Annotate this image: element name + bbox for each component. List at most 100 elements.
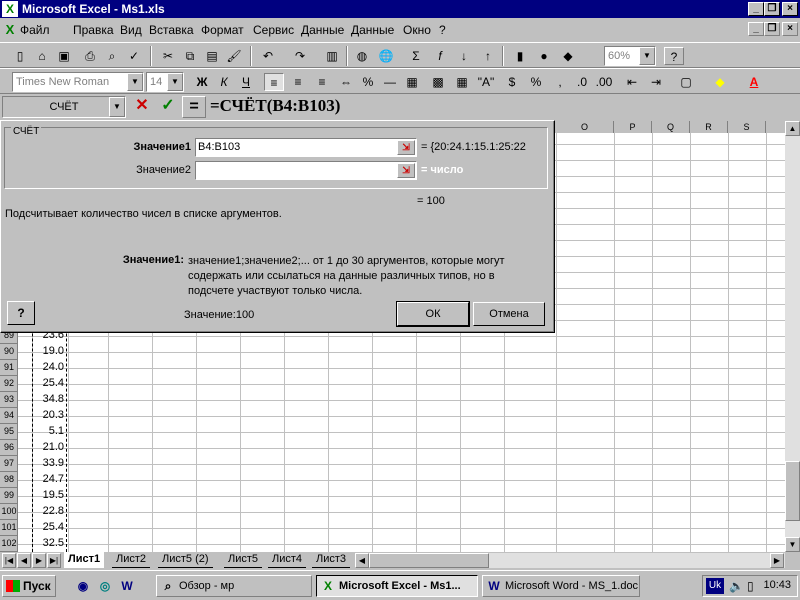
language-indicator[interactable]: Uk [706, 578, 724, 594]
sheet-tab[interactable]: Лист5 [224, 552, 263, 568]
row-header[interactable]: 99 [0, 488, 18, 504]
save-icon[interactable]: ▣ [54, 47, 74, 65]
chevron-down-icon[interactable]: ▼ [127, 73, 143, 91]
chevron-down-icon[interactable]: ▼ [109, 97, 125, 117]
cell-b[interactable]: 25.4 [32, 376, 66, 392]
row-header[interactable]: 97 [0, 456, 18, 472]
cell-b[interactable]: 32.5 [32, 536, 66, 552]
name-box[interactable]: СЧЁТ ▼ [2, 96, 126, 118]
underline-icon[interactable]: Ч [236, 73, 256, 91]
row-header[interactable]: 100 [0, 504, 18, 520]
ok-button[interactable]: ОК [396, 301, 470, 327]
paste-icon[interactable]: ▤ [202, 47, 222, 65]
next-sheet-icon[interactable]: ▶ [32, 553, 46, 568]
cell-b[interactable]: 19.0 [32, 344, 66, 360]
increase-indent-icon[interactable]: ⇥ [646, 73, 666, 91]
column-header[interactable]: R [690, 121, 728, 133]
menu-edit[interactable]: Правка [73, 23, 114, 37]
last-sheet-icon[interactable]: ▶| [47, 553, 61, 568]
chart-wizard-icon[interactable]: ▮ [510, 47, 530, 65]
scroll-left-icon[interactable]: ◀ [355, 553, 369, 568]
merge-center-icon[interactable]: ⇔ [336, 73, 356, 91]
doc-minimize-button[interactable]: _ [748, 22, 764, 36]
close-button[interactable]: × [782, 2, 798, 16]
percent-icon[interactable]: % [526, 73, 546, 91]
undo-icon[interactable]: ↶ [258, 47, 278, 65]
prev-sheet-icon[interactable]: ◀ [17, 553, 31, 568]
first-sheet-icon[interactable]: |◀ [2, 553, 16, 568]
arg2-input[interactable]: ⇲ [195, 161, 417, 180]
web-toolbar-icon[interactable]: ◍ [352, 47, 372, 65]
align-left-icon[interactable]: ≡ [264, 73, 284, 91]
sheet-tab[interactable]: Лист3 [312, 552, 351, 568]
italic-icon[interactable]: К [214, 73, 234, 91]
scroll-up-icon[interactable]: ▲ [785, 121, 800, 136]
font-size-select[interactable]: 14 ▼ [146, 72, 184, 92]
task-button-explorer[interactable]: ⌕ Обзор - мр [156, 575, 312, 597]
volume-icon[interactable]: 🔈 [729, 579, 744, 593]
row-header[interactable]: 94 [0, 408, 18, 424]
bold-icon[interactable]: Ж [192, 73, 212, 91]
chevron-down-icon[interactable]: ▼ [167, 73, 183, 91]
cell-b[interactable]: 22.8 [32, 504, 66, 520]
cell-b[interactable]: 24.7 [32, 472, 66, 488]
menu-format[interactable]: Формат [201, 23, 244, 37]
table-icon[interactable]: ▩ [428, 73, 448, 91]
excel-app-icon[interactable]: X [2, 1, 18, 17]
format-icon[interactable]: % [358, 73, 378, 91]
format-painter-icon[interactable]: 🖌 [224, 47, 244, 65]
column-header[interactable]: Q [652, 121, 690, 133]
row-header[interactable]: 95 [0, 424, 18, 440]
new-file-icon[interactable]: ▯ [10, 47, 30, 65]
print-icon[interactable]: ⎙ [80, 47, 100, 65]
edit-formula-button[interactable]: = [182, 96, 206, 118]
sort-ascending-icon[interactable]: ↓ [454, 47, 474, 65]
borders-icon[interactable]: ▢ [676, 73, 696, 91]
comma-style-icon[interactable]: , [550, 73, 570, 91]
drawing-icon[interactable]: ◆ [558, 47, 578, 65]
cancel-button[interactable]: Отмена [473, 302, 545, 326]
cut-icon[interactable]: ✂ [158, 47, 178, 65]
workbook-icon[interactable]: X [2, 22, 18, 38]
menu-file[interactable]: Файл [20, 23, 50, 37]
align-right-icon[interactable]: ≡ [312, 73, 332, 91]
row-header[interactable]: 91 [0, 360, 18, 376]
scroll-down-icon[interactable]: ▼ [785, 537, 800, 552]
decrease-indent-icon[interactable]: ⇤ [622, 73, 642, 91]
chevron-down-icon[interactable]: ▼ [639, 47, 655, 65]
browser-icon[interactable]: ◉ [74, 577, 92, 595]
collapse-dialog-icon[interactable]: ⇲ [397, 163, 415, 178]
restore-button[interactable]: ❐ [764, 2, 780, 16]
hyperlink-icon[interactable]: 🌐 [376, 47, 396, 65]
map-icon[interactable]: ● [534, 47, 554, 65]
spelling-icon[interactable]: ✓ [124, 47, 144, 65]
cell-b[interactable]: 5.1 [32, 424, 66, 440]
row-header[interactable]: 93 [0, 392, 18, 408]
print-preview-icon[interactable]: ⌕ [102, 47, 122, 65]
column-header[interactable]: S [728, 121, 766, 133]
align-center-icon[interactable]: ≡ [288, 73, 308, 91]
cell-b[interactable]: 20.3 [32, 408, 66, 424]
menu-view[interactable]: Вид [120, 23, 142, 37]
arg1-input[interactable]: B4:B103 ⇲ [195, 138, 417, 157]
insert-cell-icon[interactable]: ▦ [402, 73, 422, 91]
copy-icon[interactable]: ⧉ [180, 47, 200, 65]
increase-decimal-icon[interactable]: .0 [572, 73, 592, 91]
menu-tools[interactable]: Сервис [253, 23, 294, 37]
collapse-dialog-icon[interactable]: ⇲ [397, 140, 415, 155]
cell-b[interactable]: 24.0 [32, 360, 66, 376]
cell-b[interactable]: 25.4 [32, 520, 66, 536]
menu-window[interactable]: Окно [403, 23, 431, 37]
column-header[interactable]: P [614, 121, 652, 133]
cell-b[interactable]: 19.5 [32, 488, 66, 504]
minimize-button[interactable]: _ [748, 2, 764, 16]
row-header[interactable]: 102 [0, 536, 18, 552]
start-button[interactable]: Пуск [2, 575, 56, 597]
scroll-right-icon[interactable]: ▶ [770, 553, 784, 568]
doc-close-button[interactable]: × [782, 22, 798, 36]
horizontal-scrollbar[interactable]: ◀ ▶ [355, 553, 785, 568]
task-button-word[interactable]: W Microsoft Word - MS_1.doc [482, 575, 640, 597]
insert-table-icon[interactable]: ▥ [322, 47, 342, 65]
font-select[interactable]: Times New Roman ▼ [12, 72, 144, 92]
cancel-formula-icon[interactable]: ✕ [130, 96, 154, 118]
